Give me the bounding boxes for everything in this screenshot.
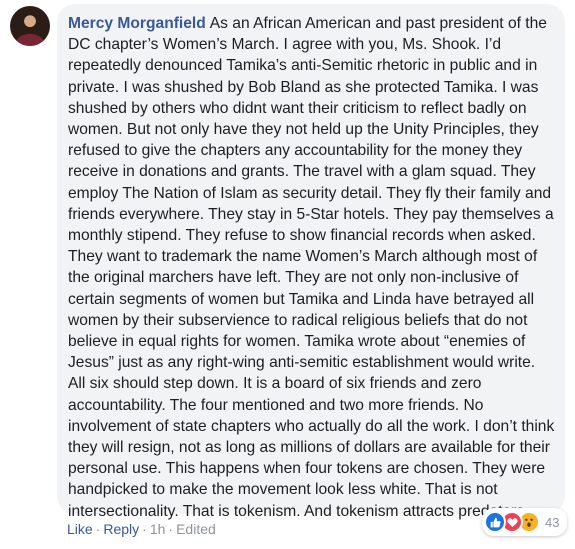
separator-dot: · bbox=[95, 521, 101, 537]
reactions-summary[interactable]: 43 bbox=[482, 508, 568, 536]
separator-dot: · bbox=[168, 521, 174, 537]
comment-body: Mercy Morganfield As an African American … bbox=[68, 13, 555, 522]
comment-actions: Like · Reply · 1h · Edited bbox=[67, 520, 216, 538]
comment-page: Mercy Morganfield As an African American … bbox=[0, 0, 575, 549]
reaction-count: 43 bbox=[545, 514, 560, 530]
edited-label[interactable]: Edited bbox=[176, 521, 216, 537]
comment-text: As an African American and past presiden… bbox=[68, 15, 555, 520]
reply-link[interactable]: Reply bbox=[103, 521, 139, 537]
comment-bubble: Mercy Morganfield As an African American … bbox=[57, 4, 565, 520]
comment-author-link[interactable]: Mercy Morganfield bbox=[68, 15, 206, 32]
like-icon bbox=[484, 511, 506, 533]
avatar[interactable] bbox=[10, 6, 50, 46]
comment-timestamp[interactable]: 1h bbox=[150, 521, 166, 537]
like-link[interactable]: Like bbox=[67, 521, 93, 537]
separator-dot: · bbox=[142, 521, 147, 537]
